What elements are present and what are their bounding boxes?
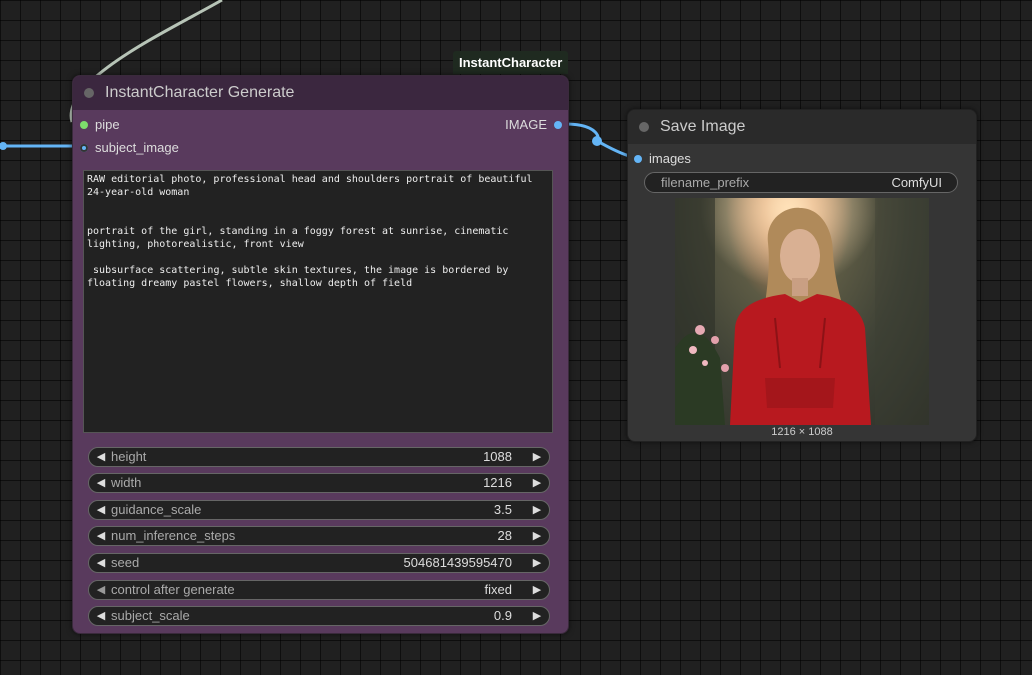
input-port-pipe[interactable]: pipe [80, 116, 120, 134]
portrait-photo-icon [675, 198, 929, 425]
widget-value[interactable]: ComfyUI [891, 173, 942, 192]
seed-widget[interactable]: ◀ seed 504681439595470 ▶ [88, 553, 550, 573]
subject-scale-widget[interactable]: ◀ subject_scale 0.9 ▶ [88, 606, 550, 626]
instantcharacter-generate-node[interactable]: InstantCharacter Generate pipe subject_i… [72, 75, 569, 634]
node-title-bar[interactable]: InstantCharacter Generate [73, 76, 568, 110]
control-after-generate-widget[interactable]: ◀ control after generate fixed ▶ [88, 580, 550, 600]
widget-label: filename_prefix [661, 175, 750, 190]
decrement-arrow-icon[interactable]: ◀ [93, 474, 109, 492]
widget-label: guidance_scale [111, 502, 202, 517]
widget-label: seed [111, 555, 140, 570]
port-label: subject_image [95, 140, 179, 155]
image-dimensions: 1216 × 1088 [771, 426, 833, 438]
subject-image-port-dot-icon[interactable] [80, 144, 88, 152]
widget-value[interactable]: 0.9 [494, 607, 512, 625]
increment-arrow-icon[interactable]: ▶ [529, 554, 545, 572]
widget-label: subject_scale [111, 608, 190, 623]
decrement-arrow-icon[interactable]: ◀ [93, 527, 109, 545]
port-label: pipe [95, 117, 120, 132]
link-midpoint[interactable] [592, 136, 602, 146]
prompt-textarea[interactable]: RAW editorial photo, professional head a… [83, 170, 553, 433]
reroute-dot[interactable] [0, 142, 7, 150]
decrement-arrow-icon[interactable]: ◀ [93, 448, 109, 466]
num-inference-steps-widget[interactable]: ◀ num_inference_steps 28 ▶ [88, 526, 550, 546]
widget-value[interactable]: 1088 [483, 448, 512, 466]
height-widget[interactable]: ◀ height 1088 ▶ [88, 447, 550, 467]
increment-arrow-icon[interactable]: ▶ [529, 607, 545, 625]
increment-arrow-icon[interactable]: ▶ [529, 501, 545, 519]
increment-arrow-icon[interactable]: ▶ [529, 527, 545, 545]
decrement-arrow-icon[interactable]: ◀ [93, 581, 109, 599]
widget-value[interactable]: 504681439595470 [404, 554, 512, 572]
input-port-subject-image[interactable]: subject_image [80, 139, 179, 157]
image-preview[interactable] [675, 198, 929, 425]
save-image-node[interactable]: Save Image images filename_prefix ComfyU… [627, 109, 977, 442]
widget-label: num_inference_steps [111, 528, 236, 543]
output-port-image[interactable]: IMAGE [505, 116, 562, 134]
pipe-port-dot-icon[interactable] [80, 121, 88, 129]
collapse-dot-icon[interactable] [639, 122, 649, 132]
widget-label: height [111, 449, 147, 464]
guidance-scale-widget[interactable]: ◀ guidance_scale 3.5 ▶ [88, 500, 550, 520]
widget-value[interactable]: 3.5 [494, 501, 512, 519]
widget-value[interactable]: fixed [485, 581, 512, 599]
node-title: Save Image [660, 118, 746, 135]
port-label: images [649, 151, 691, 166]
decrement-arrow-icon[interactable]: ◀ [93, 501, 109, 519]
widget-value[interactable]: 1216 [483, 474, 512, 492]
port-label: IMAGE [505, 117, 547, 132]
images-port-dot-icon[interactable] [634, 155, 642, 163]
decrement-arrow-icon[interactable]: ◀ [93, 554, 109, 572]
node-title: InstantCharacter Generate [105, 84, 295, 101]
input-port-images[interactable]: images [634, 150, 691, 168]
widget-label: control after generate [111, 582, 235, 597]
increment-arrow-icon[interactable]: ▶ [529, 581, 545, 599]
group-label[interactable]: InstantCharacter [453, 51, 569, 74]
decrement-arrow-icon[interactable]: ◀ [93, 607, 109, 625]
node-title-bar[interactable]: Save Image [628, 110, 976, 144]
collapse-dot-icon[interactable] [84, 88, 94, 98]
widget-label: width [111, 475, 142, 490]
image-output-dot-icon[interactable] [554, 121, 562, 129]
widget-value[interactable]: 28 [498, 527, 512, 545]
filename-prefix-widget[interactable]: filename_prefix ComfyUI [644, 172, 958, 193]
width-widget[interactable]: ◀ width 1216 ▶ [88, 473, 550, 493]
increment-arrow-icon[interactable]: ▶ [529, 448, 545, 466]
increment-arrow-icon[interactable]: ▶ [529, 474, 545, 492]
